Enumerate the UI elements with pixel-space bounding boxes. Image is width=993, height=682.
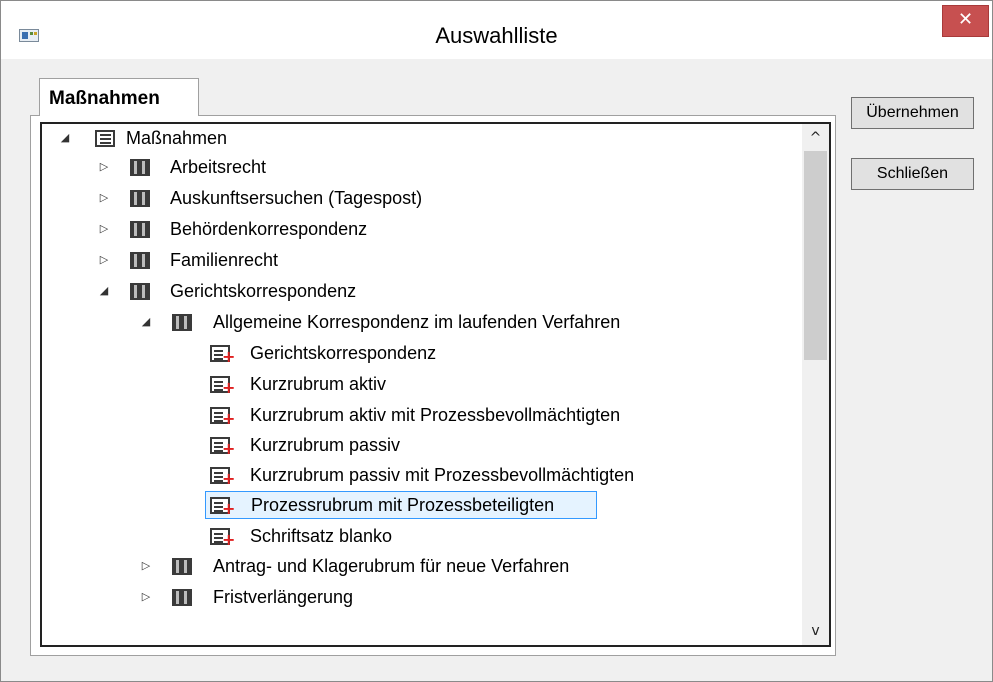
expand-arrow-icon[interactable]: ▷ <box>97 184 111 212</box>
tree-item-label: Arbeitsrecht <box>170 157 267 177</box>
folder-icon <box>172 589 192 606</box>
expand-arrow-icon[interactable]: ▷ <box>139 552 153 580</box>
scroll-thumb[interactable] <box>804 151 827 360</box>
folder-icon <box>172 558 192 575</box>
scroll-up-icon[interactable]: ^ <box>802 126 829 150</box>
close-button[interactable]: Schließen <box>851 158 974 190</box>
tree-item-label: Fristverlängerung <box>213 587 354 607</box>
tree-item-label: Kurzrubrum passiv mit Prozessbevollmächt… <box>250 465 635 485</box>
collapse-arrow-icon[interactable]: ◢ <box>139 308 153 336</box>
document-add-icon <box>210 407 235 426</box>
dialog-window: Auswahlliste ✕ Maßnahmen ◢ Maßnahmen ▷ A… <box>0 0 993 682</box>
tree-item-label: Familienrecht <box>170 250 279 270</box>
document-add-icon <box>210 497 235 516</box>
tree-item-label: Auskunftsersuchen (Tagespost) <box>170 188 423 208</box>
expand-arrow-icon[interactable]: ▷ <box>139 583 153 611</box>
collapse-arrow-icon[interactable]: ◢ <box>58 124 72 152</box>
tree-item-label: Antrag- und Klagerubrum für neue Verfahr… <box>213 556 570 576</box>
tree-item-label: Allgemeine Korrespondenz im laufenden Ve… <box>213 312 621 332</box>
tree-item-label: Gerichtskorrespondenz <box>250 343 437 363</box>
folder-icon <box>130 190 150 207</box>
expand-arrow-icon[interactable]: ▷ <box>97 215 111 243</box>
folder-icon <box>130 159 150 176</box>
tree-item-label: Maßnahmen <box>126 128 228 148</box>
tree-item-label: Prozessrubrum mit Prozessbeteiligten <box>205 491 597 519</box>
expand-arrow-icon[interactable]: ▷ <box>97 153 111 181</box>
tree-item-label: Kurzrubrum passiv <box>250 435 401 455</box>
document-add-icon <box>210 345 235 364</box>
scroll-down-icon[interactable]: v <box>802 619 829 643</box>
collapse-arrow-icon[interactable]: ◢ <box>97 277 111 305</box>
document-add-icon <box>210 437 235 456</box>
document-add-icon <box>210 528 235 547</box>
folder-icon <box>172 314 192 331</box>
folder-icon <box>130 283 150 300</box>
tab-massnahmen[interactable]: Maßnahmen <box>39 78 199 116</box>
folder-icon <box>130 221 150 238</box>
list-icon <box>95 130 115 147</box>
window-title: Auswahlliste <box>435 23 558 48</box>
tree-view[interactable]: ◢ Maßnahmen ▷ Arbeitsrecht ▷ Auskunftser… <box>40 122 831 647</box>
expand-arrow-icon[interactable]: ▷ <box>97 246 111 274</box>
document-add-icon <box>210 467 235 486</box>
tree-item-label: Behördenkorrespondenz <box>170 219 368 239</box>
tree-item-label: Gerichtskorrespondenz <box>170 281 357 301</box>
apply-button[interactable]: Übernehmen <box>851 97 974 129</box>
folder-icon <box>130 252 150 269</box>
tree-item-label: Kurzrubrum aktiv <box>250 374 387 394</box>
tree-item-label: Kurzrubrum aktiv mit Prozessbevollmächti… <box>250 405 621 425</box>
close-window-button[interactable]: ✕ <box>942 5 989 37</box>
title-bar: Auswahlliste ✕ <box>1 1 992 59</box>
tree-item-label: Schriftsatz blanko <box>250 526 393 546</box>
vertical-scrollbar[interactable]: ^ v <box>802 124 829 645</box>
document-add-icon <box>210 376 235 395</box>
